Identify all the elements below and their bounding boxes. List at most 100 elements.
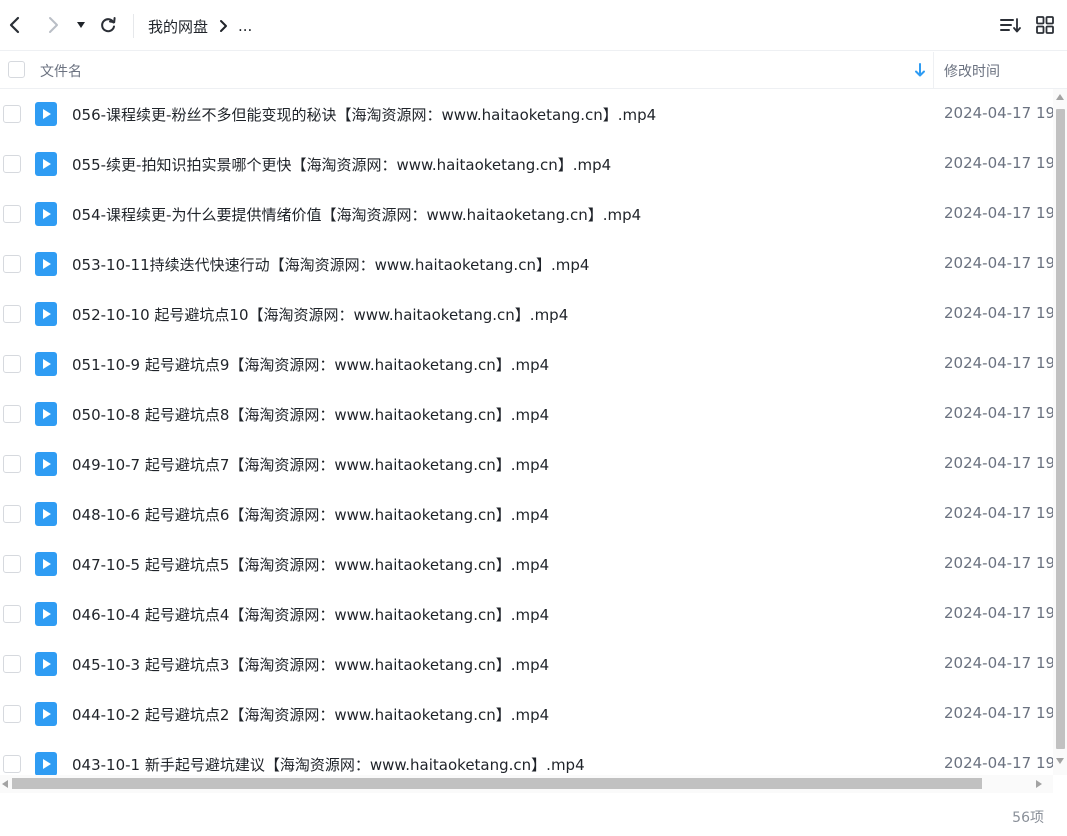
- caret-down-icon: [77, 22, 85, 28]
- column-resizer[interactable]: [933, 52, 934, 89]
- select-all-checkbox[interactable]: [8, 61, 25, 78]
- file-name[interactable]: 056-课程续更-粉丝不多但能变现的秘诀【海淘资源网：www.haitaoket…: [72, 104, 656, 125]
- file-modified-time: 2024-04-17 19: [944, 454, 1053, 472]
- video-file-icon: [35, 452, 57, 476]
- file-row[interactable]: 043-10-1 新手起号避坑建议【海淘资源网：www.haitaoketang…: [0, 739, 1053, 775]
- column-header-time[interactable]: 修改时间: [944, 61, 1000, 81]
- scroll-left-arrow-icon[interactable]: [1, 779, 9, 789]
- chevron-right-icon: [218, 19, 228, 33]
- scroll-up-arrow-icon[interactable]: [1055, 93, 1065, 101]
- row-checkbox[interactable]: [3, 305, 21, 323]
- refresh-button[interactable]: [95, 12, 121, 38]
- column-header-name[interactable]: 文件名: [40, 61, 82, 81]
- file-name[interactable]: 055-续更-拍知识拍实景哪个更快【海淘资源网：www.haitaoketang…: [72, 154, 611, 175]
- file-name[interactable]: 050-10-8 起号避坑点8【海淘资源网：www.haitaoketang.c…: [72, 404, 549, 425]
- item-count: 56项: [1012, 810, 1044, 826]
- scroll-down-arrow-icon[interactable]: [1055, 757, 1065, 765]
- vertical-scroll-thumb[interactable]: [1056, 109, 1065, 749]
- scroll-right-arrow-icon[interactable]: [1035, 779, 1043, 789]
- file-row[interactable]: 050-10-8 起号避坑点8【海淘资源网：www.haitaoketang.c…: [0, 389, 1053, 439]
- horizontal-scrollbar[interactable]: [0, 775, 1053, 793]
- file-modified-time: 2024-04-17 19: [944, 154, 1053, 172]
- video-file-icon: [35, 652, 57, 676]
- file-name[interactable]: 049-10-7 起号避坑点7【海淘资源网：www.haitaoketang.c…: [72, 454, 549, 475]
- file-name[interactable]: 052-10-10 起号避坑点10【海淘资源网：www.haitaoketang…: [72, 304, 568, 325]
- file-row[interactable]: 045-10-3 起号避坑点3【海淘资源网：www.haitaoketang.c…: [0, 639, 1053, 689]
- row-checkbox[interactable]: [3, 505, 21, 523]
- file-name[interactable]: 054-课程续更-为什么要提供情绪价值【海淘资源网：www.haitaoketa…: [72, 204, 641, 225]
- toolbar-divider: [133, 14, 134, 38]
- sort-list-icon: [1000, 18, 1021, 33]
- row-checkbox[interactable]: [3, 605, 21, 623]
- video-file-icon: [35, 152, 57, 176]
- vertical-scrollbar[interactable]: [1053, 89, 1067, 775]
- toolbar: 我的网盘 ...: [0, 0, 1067, 51]
- sort-button[interactable]: [997, 12, 1023, 38]
- back-button[interactable]: [2, 12, 28, 38]
- row-checkbox[interactable]: [3, 255, 21, 273]
- file-modified-time: 2024-04-17 19: [944, 354, 1053, 372]
- file-row[interactable]: 056-课程续更-粉丝不多但能变现的秘诀【海淘资源网：www.haitaoket…: [0, 89, 1053, 139]
- row-checkbox[interactable]: [3, 755, 21, 773]
- video-file-icon: [35, 702, 57, 726]
- file-modified-time: 2024-04-17 19: [944, 254, 1053, 272]
- file-modified-time: 2024-04-17 19: [944, 404, 1053, 422]
- refresh-icon: [101, 17, 116, 33]
- file-row[interactable]: 052-10-10 起号避坑点10【海淘资源网：www.haitaoketang…: [0, 289, 1053, 339]
- row-checkbox[interactable]: [3, 455, 21, 473]
- file-modified-time: 2024-04-17 19: [944, 104, 1053, 122]
- forward-button[interactable]: [40, 12, 66, 38]
- file-row[interactable]: 048-10-6 起号避坑点6【海淘资源网：www.haitaoketang.c…: [0, 489, 1053, 539]
- file-modified-time: 2024-04-17 19: [944, 204, 1053, 222]
- file-name[interactable]: 053-10-11持续迭代快速行动【海淘资源网：www.haitaoketang…: [72, 254, 589, 275]
- file-modified-time: 2024-04-17 19: [944, 504, 1053, 522]
- file-row[interactable]: 046-10-4 起号避坑点4【海淘资源网：www.haitaoketang.c…: [0, 589, 1053, 639]
- row-checkbox[interactable]: [3, 705, 21, 723]
- grid-view-button[interactable]: [1032, 12, 1058, 38]
- video-file-icon: [35, 302, 57, 326]
- row-checkbox[interactable]: [3, 205, 21, 223]
- file-name[interactable]: 044-10-2 起号避坑点2【海淘资源网：www.haitaoketang.c…: [72, 704, 549, 725]
- breadcrumb-root[interactable]: 我的网盘: [148, 16, 208, 37]
- row-checkbox[interactable]: [3, 155, 21, 173]
- sort-direction-button[interactable]: [913, 62, 927, 78]
- file-row[interactable]: 053-10-11持续迭代快速行动【海淘资源网：www.haitaoketang…: [0, 239, 1053, 289]
- arrow-down-icon: [915, 63, 925, 77]
- file-row[interactable]: 049-10-7 起号避坑点7【海淘资源网：www.haitaoketang.c…: [0, 439, 1053, 489]
- file-row[interactable]: 051-10-9 起号避坑点9【海淘资源网：www.haitaoketang.c…: [0, 339, 1053, 389]
- row-checkbox[interactable]: [3, 655, 21, 673]
- video-file-icon: [35, 402, 57, 426]
- file-list: 056-课程续更-粉丝不多但能变现的秘诀【海淘资源网：www.haitaoket…: [0, 89, 1053, 775]
- file-name[interactable]: 048-10-6 起号避坑点6【海淘资源网：www.haitaoketang.c…: [72, 504, 549, 525]
- file-modified-time: 2024-04-17 19: [944, 754, 1053, 772]
- video-file-icon: [35, 502, 57, 526]
- row-checkbox[interactable]: [3, 555, 21, 573]
- breadcrumb-more[interactable]: ...: [238, 17, 252, 35]
- row-checkbox[interactable]: [3, 105, 21, 123]
- file-modified-time: 2024-04-17 19: [944, 604, 1053, 622]
- horizontal-scroll-thumb[interactable]: [12, 778, 982, 789]
- history-dropdown-button[interactable]: [69, 12, 93, 38]
- list-header: 文件名 修改时间: [0, 52, 1067, 89]
- row-checkbox[interactable]: [3, 405, 21, 423]
- file-row[interactable]: 055-续更-拍知识拍实景哪个更快【海淘资源网：www.haitaoketang…: [0, 139, 1053, 189]
- video-file-icon: [35, 752, 57, 775]
- chevron-left-icon: [9, 16, 20, 34]
- video-file-icon: [35, 602, 57, 626]
- breadcrumb: 我的网盘 ...: [148, 15, 252, 37]
- file-name[interactable]: 043-10-1 新手起号避坑建议【海淘资源网：www.haitaoketang…: [72, 754, 585, 775]
- file-row[interactable]: 047-10-5 起号避坑点5【海淘资源网：www.haitaoketang.c…: [0, 539, 1053, 589]
- file-modified-time: 2024-04-17 19: [944, 304, 1053, 322]
- file-name[interactable]: 051-10-9 起号避坑点9【海淘资源网：www.haitaoketang.c…: [72, 354, 549, 375]
- file-modified-time: 2024-04-17 19: [944, 554, 1053, 572]
- file-row[interactable]: 054-课程续更-为什么要提供情绪价值【海淘资源网：www.haitaoketa…: [0, 189, 1053, 239]
- file-name[interactable]: 046-10-4 起号避坑点4【海淘资源网：www.haitaoketang.c…: [72, 604, 549, 625]
- row-checkbox[interactable]: [3, 355, 21, 373]
- file-row[interactable]: 044-10-2 起号避坑点2【海淘资源网：www.haitaoketang.c…: [0, 689, 1053, 739]
- video-file-icon: [35, 202, 57, 226]
- grid-view-icon: [1036, 16, 1054, 34]
- file-modified-time: 2024-04-17 19: [944, 654, 1053, 672]
- file-name[interactable]: 047-10-5 起号避坑点5【海淘资源网：www.haitaoketang.c…: [72, 554, 549, 575]
- video-file-icon: [35, 352, 57, 376]
- file-name[interactable]: 045-10-3 起号避坑点3【海淘资源网：www.haitaoketang.c…: [72, 654, 549, 675]
